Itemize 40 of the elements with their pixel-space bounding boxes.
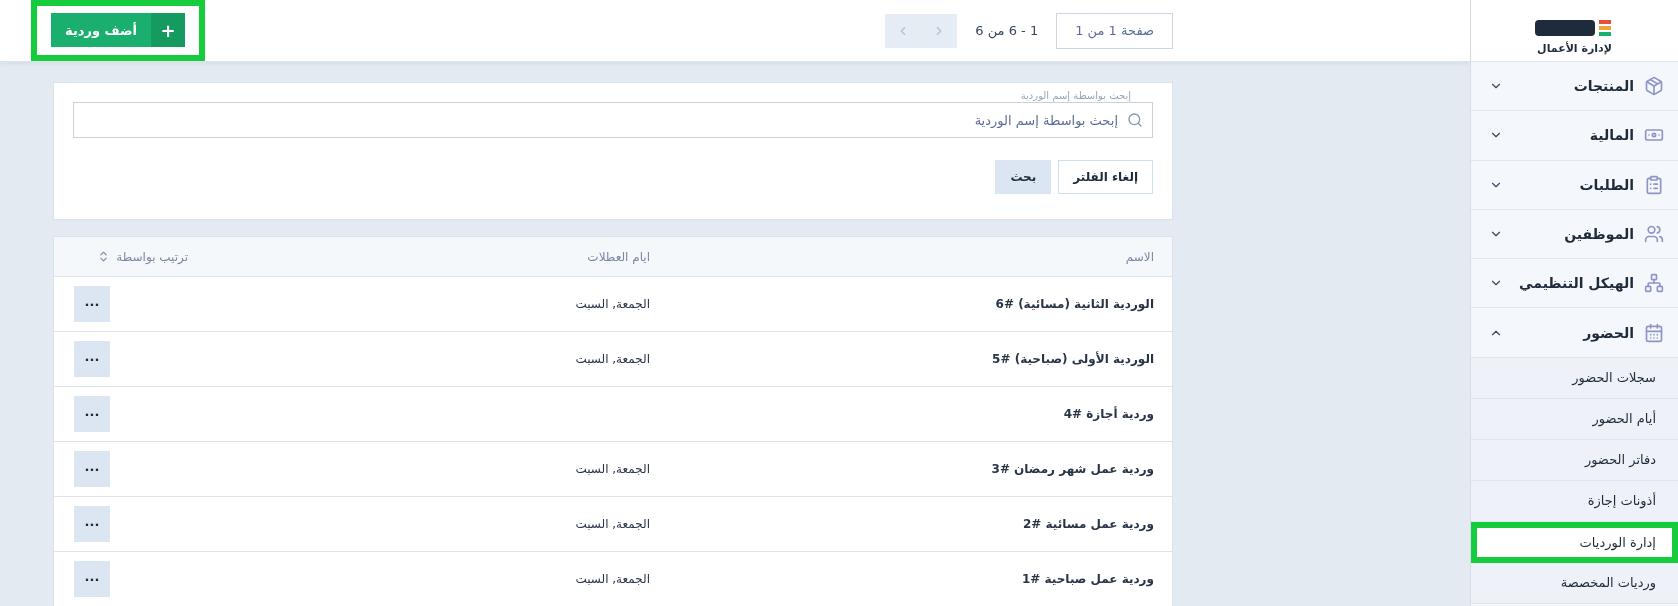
sidebar-subitem[interactable]: أيام الحضور bbox=[1471, 398, 1678, 440]
add-shift-button[interactable]: + أضف وردية bbox=[51, 13, 186, 47]
more-button[interactable]: ··· bbox=[74, 561, 110, 597]
shift-name: الوردية الأولى (صباحية) #5 bbox=[992, 352, 1154, 366]
search-icon bbox=[1127, 112, 1143, 128]
floating-label: إبحث بواسطة إسم الوردية bbox=[1019, 89, 1132, 102]
more-button[interactable]: ··· bbox=[74, 451, 110, 487]
sidebar-subitem[interactable]: سجلات الحضور bbox=[1471, 357, 1678, 399]
shift-name: وردية عمل صباحية #1 bbox=[1021, 572, 1154, 586]
column-header[interactable]: ترتيب بواسطة bbox=[54, 237, 188, 277]
column-header: ايام العطلات bbox=[188, 237, 668, 277]
menu-item-icon bbox=[1644, 322, 1664, 343]
menu-item-icon bbox=[1644, 273, 1664, 294]
holidays-text: الجمعة, السبت bbox=[575, 572, 650, 586]
page-indicator: صفحة 1 من 1 bbox=[1056, 12, 1173, 49]
shift-name: وردية عمل شهر رمضان #3 bbox=[991, 462, 1154, 476]
more-button[interactable]: ··· bbox=[74, 506, 110, 542]
shift-name: وردية أجازة #4 bbox=[1063, 407, 1154, 421]
column-header: الاسم bbox=[668, 237, 1172, 277]
more-button[interactable]: ··· bbox=[74, 286, 110, 322]
clear-filter-button[interactable]: إلغاء الفلتر bbox=[1058, 160, 1153, 194]
sidebar-subitem[interactable]: إدارة الورديات bbox=[1471, 521, 1678, 563]
sidebar-subitem[interactable]: أذونات إجازة bbox=[1471, 480, 1678, 522]
more-button[interactable]: ··· bbox=[74, 341, 110, 377]
holidays-text: الجمعة, السبت bbox=[575, 517, 650, 531]
holidays-text: الجمعة, السبت bbox=[575, 352, 650, 366]
sidebar-subitem[interactable]: دفاتر الحضور bbox=[1471, 439, 1678, 481]
search-field[interactable]: إبحث بواسطة إسم الوردية bbox=[73, 102, 1153, 138]
menu-item-icon bbox=[1644, 76, 1664, 97]
logo-tagline: لإدارة الأعمال bbox=[1537, 42, 1612, 55]
menu-item-icon bbox=[1644, 174, 1664, 195]
holidays-text: الجمعة, السبت bbox=[575, 462, 650, 476]
more-button[interactable]: ··· bbox=[74, 396, 110, 432]
menu-item-icon bbox=[1644, 224, 1664, 245]
holidays-text: الجمعة, السبت bbox=[575, 297, 650, 311]
search-button[interactable]: بحث bbox=[995, 160, 1052, 194]
range-text: 1 - 6 من 6 bbox=[975, 23, 1039, 38]
shift-name: الوردية الثانية (مسائية) #6 bbox=[995, 297, 1154, 311]
shift-name: وردية عمل مسائية #2 bbox=[1022, 517, 1154, 531]
sidebar-subitem[interactable]: ورديات المخصصة bbox=[1471, 562, 1678, 604]
